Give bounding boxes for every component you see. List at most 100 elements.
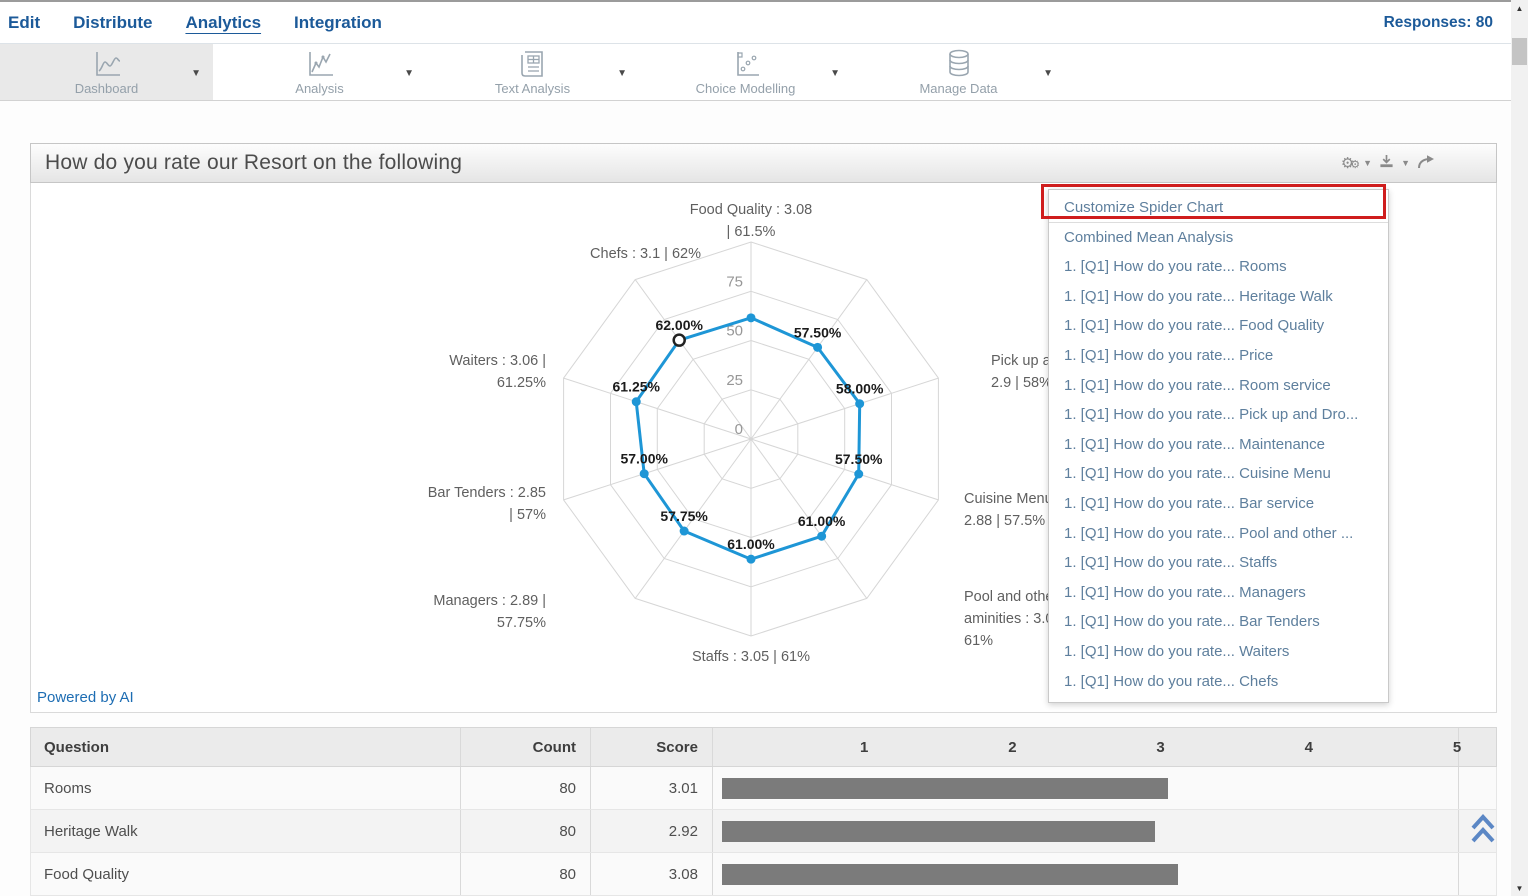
radar-point-highlighted[interactable] (674, 335, 685, 346)
document-icon (519, 49, 547, 79)
nav-item-edit[interactable]: Edit (8, 13, 40, 33)
radar-point-label: 57.75% (660, 508, 708, 524)
toolbar-tab-manage-data[interactable]: Manage Data▼ (852, 44, 1065, 100)
radar-point[interactable] (813, 343, 822, 352)
question-cell: Food Quality (31, 853, 461, 895)
radar-point-label: 58.00% (836, 381, 884, 397)
radar-category-label: Cuisine Menu : (964, 491, 1061, 507)
share-icon[interactable] (1417, 154, 1436, 173)
radar-category-label: Managers : 2.89 | (433, 593, 546, 609)
radar-point[interactable] (817, 532, 826, 541)
chart-options-menu: Customize Spider ChartCombined Mean Anal… (1048, 189, 1389, 703)
analytics-toolbar: Dashboard▼Analysis▼Text Analysis▼Choice … (0, 44, 1511, 101)
download-icon[interactable] (1379, 154, 1394, 172)
scale-header-label: 3 (1156, 739, 1164, 756)
radar-category-label: 61% (964, 633, 993, 649)
chevron-down-icon[interactable]: ▼ (1043, 68, 1053, 79)
radar-axis-spoke (635, 280, 751, 439)
nav-item-integration[interactable]: Integration (294, 13, 382, 33)
score-bar (722, 821, 1155, 842)
menu-item[interactable]: 1. [Q1] How do you rate... Waiters (1049, 637, 1388, 667)
question-cell: Rooms (31, 767, 461, 809)
radar-tick-label: 0 (735, 421, 743, 438)
radar-point[interactable] (747, 313, 756, 322)
settings-gears-icon[interactable]: ⚙⁠⚙ (1341, 156, 1356, 171)
radar-point[interactable] (854, 470, 863, 479)
nav-item-distribute[interactable]: Distribute (73, 13, 152, 33)
radar-tick-label: 75 (726, 273, 743, 290)
radar-point-label: 61.00% (798, 513, 846, 529)
scale-header-label: 4 (1305, 739, 1313, 756)
menu-item-customize-spider-chart[interactable]: Customize Spider Chart (1049, 193, 1388, 223)
scrollbar-thumb[interactable] (1512, 38, 1527, 65)
chevron-down-icon[interactable]: ▼ (404, 68, 414, 79)
menu-item[interactable]: 1. [Q1] How do you rate... Maintenance (1049, 430, 1388, 460)
nav-item-analytics[interactable]: Analytics (185, 13, 261, 33)
radar-tick-label: 25 (726, 372, 743, 389)
score-cell: 2.92 (591, 810, 713, 852)
scrollbar-down-arrow-icon[interactable]: ▼ (1511, 880, 1528, 896)
menu-item[interactable]: 1. [Q1] How do you rate... Cuisine Menu (1049, 459, 1388, 489)
menu-item[interactable]: 1. [Q1] How do you rate... Chefs (1049, 667, 1388, 697)
toolbar-tab-dashboard[interactable]: Dashboard▼ (0, 44, 213, 100)
toolbar-tab-analysis[interactable]: Analysis▼ (213, 44, 426, 100)
vertical-scrollbar[interactable]: ▲ ▼ (1511, 0, 1528, 896)
count-cell: 80 (461, 853, 591, 895)
radar-category-label: 61.25% (497, 375, 546, 391)
scale-header: 12345 (713, 728, 1459, 766)
scatter-chart-icon (730, 49, 762, 79)
panel-action-icons: ⚙⁠⚙ ▼ ▼ (1341, 154, 1436, 173)
menu-item[interactable]: 1. [Q1] How do you rate... Rooms (1049, 252, 1388, 282)
radar-point-label: 57.50% (794, 324, 842, 340)
chevron-down-icon[interactable]: ▼ (617, 68, 627, 79)
menu-item[interactable]: 1. [Q1] How do you rate... Pick up and D… (1049, 400, 1388, 430)
radar-category-label: Staffs : 3.05 | 61% (692, 649, 810, 665)
radar-point-label: 57.50% (835, 451, 883, 467)
summary-table: QuestionCountScore12345Rooms803.01Herita… (30, 727, 1497, 896)
powered-by-ai-link[interactable]: Powered by AI (37, 689, 134, 706)
column-header-count: Count (461, 728, 591, 766)
radar-category-label: Pool and other (964, 589, 1058, 605)
database-icon (945, 49, 973, 79)
menu-item[interactable]: 1. [Q1] How do you rate... Heritage Walk (1049, 282, 1388, 312)
column-header-question: Question (31, 728, 461, 766)
score-bar-cell (713, 767, 1459, 809)
radar-point-label: 61.25% (613, 379, 661, 395)
panel-title: How do you rate our Resort on the follow… (45, 151, 462, 175)
scrollbar-up-arrow-icon[interactable]: ▲ (1511, 0, 1528, 16)
table-row: Rooms803.01 (30, 767, 1497, 810)
menu-item[interactable]: 1. [Q1] How do you rate... Pool and othe… (1049, 519, 1388, 549)
scale-header-label: 1 (860, 739, 868, 756)
menu-item[interactable]: 1. [Q1] How do you rate... Food Quality (1049, 311, 1388, 341)
trend-chart-icon (304, 49, 336, 79)
radar-point-label: 57.00% (620, 451, 668, 467)
menu-item[interactable]: 1. [Q1] How do you rate... Staffs (1049, 548, 1388, 578)
menu-item[interactable]: Combined Mean Analysis (1049, 223, 1388, 253)
toolbar-tab-text-analysis[interactable]: Text Analysis▼ (426, 44, 639, 100)
radar-point[interactable] (747, 555, 756, 564)
score-bar-cell (713, 853, 1459, 895)
menu-item[interactable]: 1. [Q1] How do you rate... Price (1049, 341, 1388, 371)
chevron-down-icon[interactable]: ▼ (1401, 158, 1410, 168)
radar-category-label: Food Quality : 3.08 (690, 202, 813, 218)
toolbar-tab-choice-modelling[interactable]: Choice Modelling▼ (639, 44, 852, 100)
radar-category-label: | 57% (509, 507, 546, 523)
radar-point[interactable] (640, 469, 649, 478)
panel-header: How do you rate our Resort on the follow… (30, 143, 1497, 183)
menu-item[interactable]: 1. [Q1] How do you rate... Managers (1049, 578, 1388, 608)
radar-point[interactable] (855, 399, 864, 408)
radar-point[interactable] (680, 527, 689, 536)
menu-item[interactable]: 1. [Q1] How do you rate... Bar Tenders (1049, 607, 1388, 637)
menu-item[interactable]: 1. [Q1] How do you rate... Room service (1049, 371, 1388, 401)
radar-category-label: Waiters : 3.06 | (449, 353, 546, 369)
scroll-to-top-button[interactable] (1468, 808, 1498, 850)
chevron-down-icon[interactable]: ▼ (1363, 158, 1372, 168)
table-header-row: QuestionCountScore12345 (30, 727, 1497, 767)
chevron-down-icon[interactable]: ▼ (830, 68, 840, 79)
chevron-down-icon[interactable]: ▼ (191, 68, 201, 79)
radar-point[interactable] (632, 397, 641, 406)
count-cell: 80 (461, 810, 591, 852)
menu-item[interactable]: 1. [Q1] How do you rate... Bar service (1049, 489, 1388, 519)
score-cell: 3.01 (591, 767, 713, 809)
radar-category-label: 2.88 | 57.5% (964, 513, 1045, 529)
